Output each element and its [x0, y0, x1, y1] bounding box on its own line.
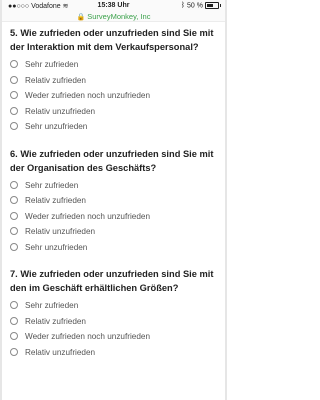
url-site-name: SurveyMonkey, Inc [87, 12, 151, 21]
option-label: Relativ zufrieden [25, 75, 86, 85]
radio-option[interactable]: Relativ unzufrieden [10, 345, 219, 361]
battery-label: 50 % [187, 2, 203, 10]
radio-option[interactable]: Weder zufrieden noch unzufrieden [10, 329, 219, 345]
question-5: 5. Wie zufrieden oder unzufrieden sind S… [10, 26, 219, 135]
option-label: Weder zufrieden noch unzufrieden [25, 211, 151, 221]
question-title: 7. Wie zufrieden oder unzufrieden sind S… [10, 269, 214, 293]
option-label: Weder zufrieden noch unzufrieden [25, 91, 151, 100]
radio-option[interactable]: Sehr zufrieden [10, 178, 219, 194]
radio-option[interactable]: Relativ zufrieden [10, 193, 219, 209]
radio-icon[interactable] [10, 180, 18, 189]
question-title: 6. Wie zufrieden oder unzufrieden sind S… [10, 148, 214, 173]
option-label: Sehr unzufrieden [25, 242, 88, 252]
status-right: ᛒ 50 % [180, 2, 221, 10]
url-bar[interactable]: 🔒 SurveyMonkey, Inc [2, 12, 225, 22]
option-label: Weder zufrieden noch unzufrieden [25, 332, 151, 341]
radio-icon[interactable] [10, 196, 18, 204]
status-bar: ●●○○○ Vodafone ≋ 15:38 Uhr ᛒ 50 % [2, 0, 225, 12]
option-label: Sehr zufrieden [25, 60, 79, 69]
radio-option[interactable]: Weder zufrieden noch unzufrieden [10, 209, 219, 225]
option-label: Relativ unzufrieden [25, 227, 96, 236]
radio-option[interactable]: Relativ unzufrieden [10, 224, 219, 240]
radio-option[interactable]: Weder zufrieden noch unzufrieden [10, 88, 219, 104]
radio-icon[interactable] [10, 347, 18, 356]
question-spacer [10, 255, 219, 267]
radio-option[interactable]: Sehr zufrieden [10, 298, 219, 314]
question-title: 5. Wie zufrieden oder unzufrieden sind S… [10, 28, 214, 52]
option-label: Sehr zufrieden [25, 180, 79, 190]
option-label: Relativ unzufrieden [25, 347, 96, 357]
radio-icon[interactable] [10, 301, 18, 309]
radio-icon[interactable] [10, 332, 18, 340]
option-label: Sehr zufrieden [25, 301, 79, 310]
radio-option[interactable]: Relativ zufrieden [10, 314, 219, 330]
battery-icon [205, 2, 221, 9]
question-7: 7. Wie zufrieden oder unzufrieden sind S… [10, 267, 219, 360]
radio-icon[interactable] [10, 60, 18, 68]
radio-option[interactable]: Relativ zufrieden [10, 73, 219, 89]
radio-icon[interactable] [10, 75, 18, 84]
phone-screen: ●●○○○ Vodafone ≋ 15:38 Uhr ᛒ 50 % 🔒 SurveyM… [0, 0, 227, 400]
option-label: Relativ unzufrieden [25, 106, 96, 116]
radio-icon[interactable] [10, 211, 18, 220]
question-spacer [10, 135, 219, 147]
radio-icon[interactable] [10, 106, 18, 115]
radio-option[interactable]: Relativ unzufrieden [10, 104, 219, 120]
question-6: 6. Wie zufrieden oder unzufrieden sind S… [10, 147, 219, 256]
option-label: Relativ zufrieden [25, 196, 86, 205]
option-label: Sehr unzufrieden [25, 122, 88, 131]
survey-content: 5. Wie zufrieden oder unzufrieden sind S… [10, 26, 219, 360]
radio-icon[interactable] [10, 316, 18, 325]
radio-option[interactable]: Sehr unzufrieden [10, 240, 219, 256]
radio-icon[interactable] [10, 242, 18, 251]
radio-icon[interactable] [10, 91, 18, 99]
lock-icon: 🔒 [76, 14, 86, 21]
radio-option[interactable]: Sehr unzufrieden [10, 119, 219, 135]
option-label: Relativ zufrieden [25, 316, 86, 326]
bluetooth-icon: ᛒ [180, 2, 186, 10]
radio-icon[interactable] [10, 227, 18, 235]
radio-icon[interactable] [10, 122, 18, 130]
radio-option[interactable]: Sehr zufrieden [10, 57, 219, 73]
